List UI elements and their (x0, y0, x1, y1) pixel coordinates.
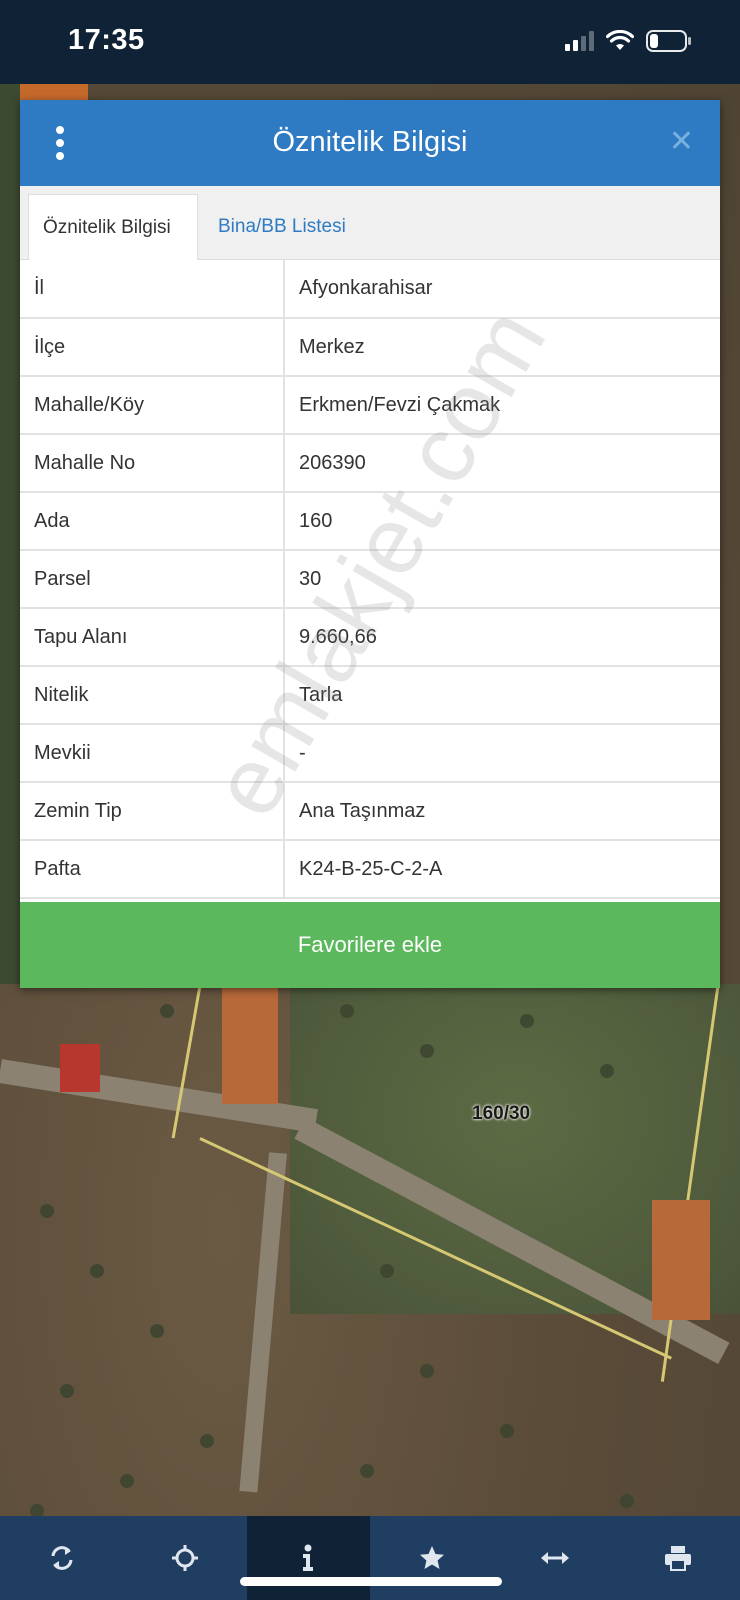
favorites-button[interactable] (370, 1516, 493, 1600)
refresh-button[interactable] (0, 1516, 123, 1600)
attribute-value: 9.660,66 (284, 608, 720, 667)
attribute-value: 160 (284, 492, 720, 551)
attribute-key: Mevkii (20, 724, 285, 783)
tab-building-list[interactable]: Bina/BB Listesi (204, 194, 360, 260)
dialog-header: Öznitelik Bilgisi ✕ (20, 100, 720, 186)
attribute-key: Ada (20, 492, 285, 551)
locate-icon (171, 1545, 198, 1571)
table-row: İlçe Merkez (20, 318, 720, 377)
attribute-value: Erkmen/Fevzi Çakmak (284, 376, 720, 435)
table-row: Mahalle/Köy Erkmen/Fevzi Çakmak (20, 376, 720, 435)
attribute-value: Tarla (284, 666, 720, 725)
table-row: Nitelik Tarla (20, 666, 720, 725)
map-building-roof (60, 1044, 100, 1092)
attribute-key: Nitelik (20, 666, 285, 725)
status-icons (565, 30, 692, 52)
locate-button[interactable] (123, 1516, 246, 1600)
attribute-key: İlçe (20, 318, 285, 377)
attribute-value: K24-B-25-C-2-A (284, 840, 720, 899)
attribute-value: Ana Taşınmaz (284, 782, 720, 841)
map-road (239, 1152, 287, 1493)
attribute-key: Zemin Tip (20, 782, 285, 841)
map-building-roof (222, 976, 278, 1104)
attribute-info-dialog: Öznitelik Bilgisi ✕ Öznitelik Bilgisi Bi… (20, 100, 720, 988)
table-row: İl Afyonkarahisar (20, 260, 720, 319)
attribute-key: Parsel (20, 550, 285, 609)
parcel-label: 160/30 (472, 1103, 531, 1124)
dialog-title: Öznitelik Bilgisi (272, 126, 468, 158)
refresh-icon (51, 1546, 73, 1570)
parcel-boundary (171, 985, 202, 1139)
map-vegetation (0, 84, 20, 984)
table-row: Tapu Alanı 9.660,66 (20, 608, 720, 667)
table-row: Mevkii - (20, 724, 720, 783)
attribute-value: Merkez (284, 318, 720, 377)
status-time: 17:35 (68, 24, 145, 56)
status-bar: 17:35 (0, 0, 740, 84)
wifi-icon (606, 30, 634, 50)
cellular-signal-icon (565, 31, 594, 51)
measure-icon (540, 1552, 569, 1564)
table-row: Ada 160 (20, 492, 720, 551)
table-row: Parsel 30 (20, 550, 720, 609)
table-row: Pafta K24-B-25-C-2-A (20, 840, 720, 899)
attribute-value: 206390 (284, 434, 720, 493)
info-button[interactable] (246, 1516, 370, 1600)
table-row: Mahalle No 206390 (20, 434, 720, 493)
table-row: Zemin Tip Ana Taşınmaz (20, 782, 720, 841)
star-icon (419, 1546, 444, 1569)
attribute-value: - (284, 724, 720, 783)
info-icon (303, 1544, 314, 1571)
attribute-value: 30 (284, 550, 720, 609)
home-indicator[interactable] (240, 1577, 502, 1586)
add-to-favorites-button[interactable]: Favorilere ekle (20, 902, 720, 988)
attribute-value: Afyonkarahisar (284, 260, 720, 319)
print-button[interactable] (617, 1516, 740, 1600)
attribute-key: Pafta (20, 840, 285, 899)
attribute-key: Mahalle/Köy (20, 376, 285, 435)
map-building-roof (652, 1200, 710, 1320)
print-icon (665, 1546, 692, 1571)
tab-attribute-info[interactable]: Öznitelik Bilgisi (28, 194, 198, 260)
measure-button[interactable] (493, 1516, 616, 1600)
battery-icon (646, 30, 691, 52)
attribute-table: İl Afyonkarahisar İlçe Merkez Mahalle/Köy Erk… (20, 260, 720, 899)
tab-bar: Öznitelik Bilgisi Bina/BB Listesi (20, 186, 720, 260)
attribute-key: Mahalle No (20, 434, 285, 493)
bottom-toolbar (0, 1516, 740, 1600)
attribute-key: İl (20, 260, 285, 319)
attribute-key: Tapu Alanı (20, 608, 285, 667)
close-icon[interactable]: ✕ (669, 126, 694, 158)
